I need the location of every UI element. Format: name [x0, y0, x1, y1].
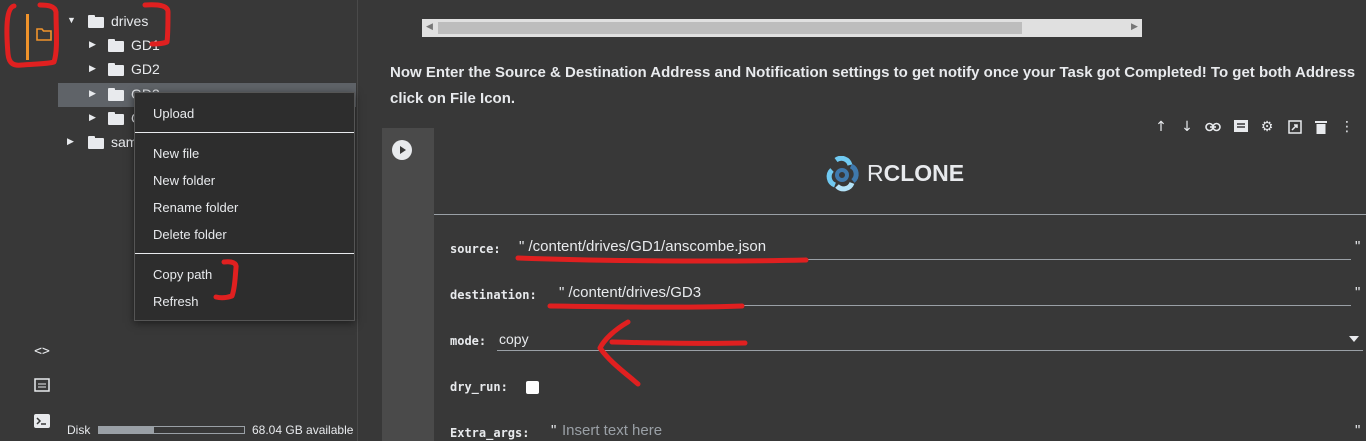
arrow-down-icon[interactable]: ↓: [1178, 118, 1196, 136]
folder-icon: [108, 63, 124, 76]
tree-item-gd1[interactable]: ▶ GD1: [58, 34, 358, 58]
more-icon[interactable]: ⋮: [1338, 118, 1356, 136]
menu-item-new-file[interactable]: New file: [153, 146, 199, 161]
tree-item-label: GD2: [131, 61, 160, 77]
source-input[interactable]: " /content/drives/GD1/anscombe.json: [519, 238, 766, 255]
mode-underline: [497, 350, 1363, 351]
menu-item-rename-folder[interactable]: Rename folder: [153, 200, 238, 215]
tree-item-gd2[interactable]: ▶ GD2: [58, 58, 358, 82]
tree-item-drives[interactable]: ▼ drives: [58, 10, 358, 34]
horizontal-scrollbar[interactable]: ◀ ▶: [422, 19, 1142, 37]
menu-separator: [135, 132, 354, 133]
folder-icon: [36, 28, 52, 41]
folder-icon: [108, 112, 124, 125]
terminal-icon[interactable]: [32, 411, 52, 431]
rclone-logo-icon: [826, 156, 859, 192]
caret-right-icon[interactable]: ▶: [89, 112, 96, 123]
disk-available: 68.04 GB available: [252, 423, 354, 437]
disk-label: Disk: [67, 423, 91, 437]
settings-icon[interactable]: ⚙: [1258, 118, 1276, 136]
disk-usage-bar: [98, 426, 245, 434]
rclone-logo-text: RCLONE: [867, 160, 964, 187]
link-icon[interactable]: [1204, 118, 1222, 136]
command-palette-icon[interactable]: [32, 375, 52, 395]
destination-underline: [557, 305, 1351, 306]
source-underline: [517, 259, 1351, 260]
context-menu: Upload New file New folder Rename folder…: [134, 92, 355, 321]
source-label: source:: [450, 242, 501, 256]
menu-item-new-folder[interactable]: New folder: [153, 173, 215, 188]
menu-separator: [135, 253, 354, 254]
menu-item-upload[interactable]: Upload: [153, 106, 194, 121]
delete-icon[interactable]: [1312, 118, 1330, 136]
dry-run-label: dry_run:: [450, 380, 508, 394]
extra-args-quote-end: ": [1355, 422, 1361, 439]
folder-icon: [88, 15, 104, 28]
disk-usage-fill: [99, 427, 155, 433]
scroll-left-icon[interactable]: ◀: [426, 21, 433, 32]
tree-item-label: GD1: [131, 37, 160, 53]
extra-args-quote: ": [551, 422, 557, 439]
folder-icon: [108, 39, 124, 52]
menu-item-delete-folder[interactable]: Delete folder: [153, 227, 227, 242]
menu-item-copy-path[interactable]: Copy path: [153, 267, 212, 282]
extra-args-label: Extra_args:: [450, 426, 530, 440]
run-cell-button[interactable]: [392, 140, 412, 160]
caret-right-icon[interactable]: ▶: [89, 88, 96, 99]
caret-right-icon[interactable]: ▶: [67, 136, 74, 147]
arrow-up-icon[interactable]: ↑: [1152, 118, 1170, 136]
mirror-cell-icon[interactable]: [1286, 118, 1304, 136]
cell-gutter: [382, 128, 434, 441]
logo-text-light: R: [867, 160, 884, 186]
destination-input[interactable]: " /content/drives/GD3: [559, 284, 701, 301]
dry-run-checkbox[interactable]: [526, 381, 539, 394]
markdown-instructions: Now Enter the Source & Destination Addre…: [390, 64, 1356, 107]
scrollbar-thumb[interactable]: [438, 22, 1022, 34]
menu-item-refresh[interactable]: Refresh: [153, 294, 199, 309]
mode-select[interactable]: copy: [499, 331, 529, 347]
logo-text-bold: CLONE: [883, 160, 965, 186]
source-quote-end: ": [1355, 238, 1361, 255]
comment-icon[interactable]: [1232, 118, 1250, 136]
caret-right-icon[interactable]: ▶: [89, 39, 96, 50]
mode-label: mode:: [450, 334, 487, 348]
extra-args-input[interactable]: Insert text here: [562, 422, 662, 439]
folder-icon: [88, 136, 104, 149]
cell-toolbar: ↑ ↓ ⚙ ⋮: [1148, 116, 1360, 140]
caret-right-icon[interactable]: ▶: [89, 63, 96, 74]
scroll-right-icon[interactable]: ▶: [1131, 21, 1138, 32]
folder-icon: [108, 88, 124, 101]
colab-window: <> ▼ drives ▶ GD1 ▶ GD2 ▶ GD3: [0, 0, 1366, 441]
code-snippets-icon[interactable]: <>: [32, 342, 52, 362]
tree-item-label: drives: [111, 13, 149, 29]
form-separator: [434, 214, 1366, 215]
destination-quote-end: ": [1355, 284, 1361, 301]
dropdown-caret-icon[interactable]: [1349, 336, 1359, 342]
left-rail: <>: [0, 0, 58, 441]
files-panel-button[interactable]: [26, 14, 56, 60]
caret-down-icon[interactable]: ▼: [67, 15, 76, 25]
destination-label: destination:: [450, 288, 537, 302]
